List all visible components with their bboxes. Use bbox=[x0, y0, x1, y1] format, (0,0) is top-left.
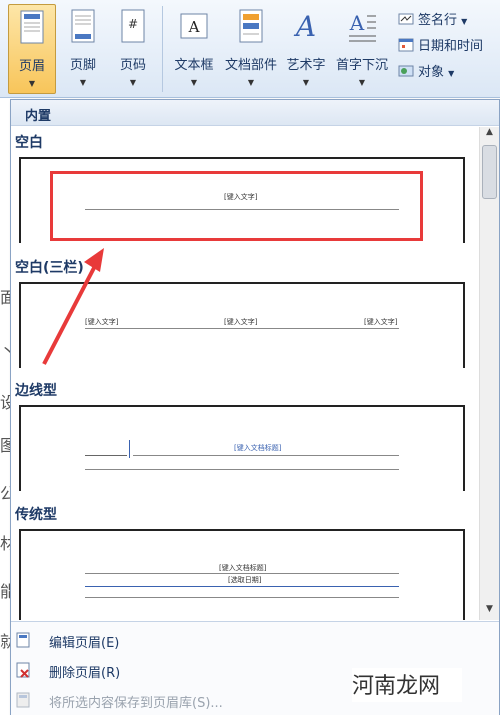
save-selection-label: 将所选内容保存到页眉库(S)... bbox=[49, 696, 223, 711]
edit-header-icon bbox=[15, 632, 31, 648]
header-button-label: 页眉 bbox=[18, 59, 45, 74]
wordart-button[interactable]: A 艺术字 ▼ bbox=[282, 4, 330, 94]
side-rule bbox=[85, 455, 127, 456]
header-rule bbox=[85, 586, 399, 587]
footer-button[interactable]: 页脚 ▼ bbox=[60, 4, 106, 94]
quick-parts-icon bbox=[239, 9, 263, 43]
divider-bar bbox=[129, 440, 130, 458]
object-label: 对象 bbox=[418, 65, 445, 80]
svg-text:#: # bbox=[128, 17, 138, 31]
ribbon: 页眉 ▼ 页脚 ▼ # 页码 ▼ A 文本框 ▼ 文档部件 ▼ A 艺术字 ▼ … bbox=[0, 0, 500, 98]
placeholder-text: [键入文字] bbox=[224, 318, 258, 326]
placeholder-text: [键入文字] bbox=[85, 318, 119, 326]
chevron-down-icon: ▼ bbox=[190, 78, 198, 87]
save-to-gallery-icon bbox=[15, 692, 31, 708]
footer-button-label: 页脚 bbox=[69, 58, 96, 73]
svg-text:A: A bbox=[293, 10, 316, 43]
scroll-up-icon[interactable]: ▲ bbox=[480, 127, 499, 143]
signature-line-label: 签名行 bbox=[418, 13, 458, 28]
header-rule bbox=[85, 328, 399, 329]
object-button[interactable]: 对象 ▼ bbox=[398, 61, 454, 80]
remove-header-icon bbox=[15, 662, 31, 678]
section-heading-builtin: 内置 bbox=[11, 100, 499, 126]
text-box-icon: A bbox=[180, 13, 208, 39]
footer-icon bbox=[71, 9, 95, 43]
page-number-button-label: 页码 bbox=[119, 58, 146, 73]
header-rule bbox=[85, 573, 399, 574]
quick-parts-button[interactable]: 文档部件 ▼ bbox=[222, 4, 280, 94]
chevron-down-icon: ▼ bbox=[79, 78, 87, 87]
quick-parts-button-label: 文档部件 bbox=[224, 58, 277, 73]
date-time-button[interactable]: 日期和时间 bbox=[398, 35, 483, 54]
placeholder-text: [选取日期] bbox=[228, 576, 262, 584]
chevron-down-icon: ▼ bbox=[358, 78, 366, 87]
scrollbar-thumb[interactable] bbox=[482, 145, 497, 199]
chevron-down-icon: ▼ bbox=[247, 78, 255, 87]
remove-header-label: 删除页眉(R) bbox=[49, 666, 121, 681]
chevron-down-icon: ▼ bbox=[461, 17, 468, 26]
text-box-button-label: 文本框 bbox=[174, 58, 214, 73]
header-button[interactable]: 页眉 ▼ bbox=[8, 4, 56, 94]
annotation-highlight-box bbox=[50, 171, 423, 241]
placeholder-text: [键入文字] bbox=[364, 318, 398, 326]
gallery-scrollbar[interactable]: ▲ ▼ bbox=[479, 127, 499, 620]
header-rule bbox=[133, 455, 399, 456]
text-box-button[interactable]: A 文本框 ▼ bbox=[168, 4, 220, 94]
page-number-icon: # bbox=[121, 9, 145, 43]
placeholder-text: [键入文档标题] bbox=[234, 444, 282, 452]
wordart-button-label: 艺术字 bbox=[286, 58, 326, 73]
chevron-down-icon: ▼ bbox=[302, 78, 310, 87]
watermark-logo: 河南龙网 bbox=[352, 674, 441, 699]
drop-cap-button[interactable]: A 首字下沉 ▼ bbox=[332, 4, 392, 94]
svg-text:A: A bbox=[188, 18, 200, 36]
chevron-down-icon: ▼ bbox=[28, 79, 36, 88]
ribbon-separator bbox=[162, 6, 163, 92]
placeholder-text: [键入文档标题] bbox=[219, 564, 267, 572]
drop-cap-icon: A bbox=[349, 11, 376, 42]
category-three-column-label: 空白(三栏) bbox=[15, 260, 84, 276]
category-traditional-label: 传统型 bbox=[15, 507, 57, 523]
header-rule bbox=[85, 469, 399, 470]
wordart-icon: A bbox=[293, 10, 316, 43]
chevron-down-icon: ▼ bbox=[129, 78, 137, 87]
gallery-item-blank-three-column[interactable]: [键入文字] [键入文字] [键入文字] bbox=[19, 282, 465, 368]
gallery-item-sideline[interactable]: [键入文档标题] bbox=[19, 405, 465, 491]
signature-line-button[interactable]: 签名行 ▼ bbox=[398, 9, 467, 28]
chevron-down-icon: ▼ bbox=[448, 69, 455, 78]
calendar-icon bbox=[398, 38, 414, 52]
signature-icon bbox=[398, 12, 414, 26]
gallery-item-traditional[interactable]: [键入文档标题] [选取日期] bbox=[19, 529, 465, 620]
edit-header-label: 编辑页眉(E) bbox=[49, 636, 120, 651]
date-time-label: 日期和时间 bbox=[418, 39, 484, 54]
category-sideline-label: 边线型 bbox=[15, 383, 57, 399]
page-number-button[interactable]: # 页码 ▼ bbox=[110, 4, 156, 94]
header-icon bbox=[20, 10, 44, 44]
object-icon bbox=[398, 64, 414, 78]
svg-text:A: A bbox=[349, 11, 365, 35]
header-rule bbox=[85, 597, 399, 598]
category-blank-label: 空白 bbox=[15, 135, 43, 151]
edit-header-item[interactable]: 编辑页眉(E) bbox=[11, 626, 499, 654]
scroll-down-icon[interactable]: ▼ bbox=[480, 604, 499, 620]
drop-cap-button-label: 首字下沉 bbox=[335, 58, 388, 73]
